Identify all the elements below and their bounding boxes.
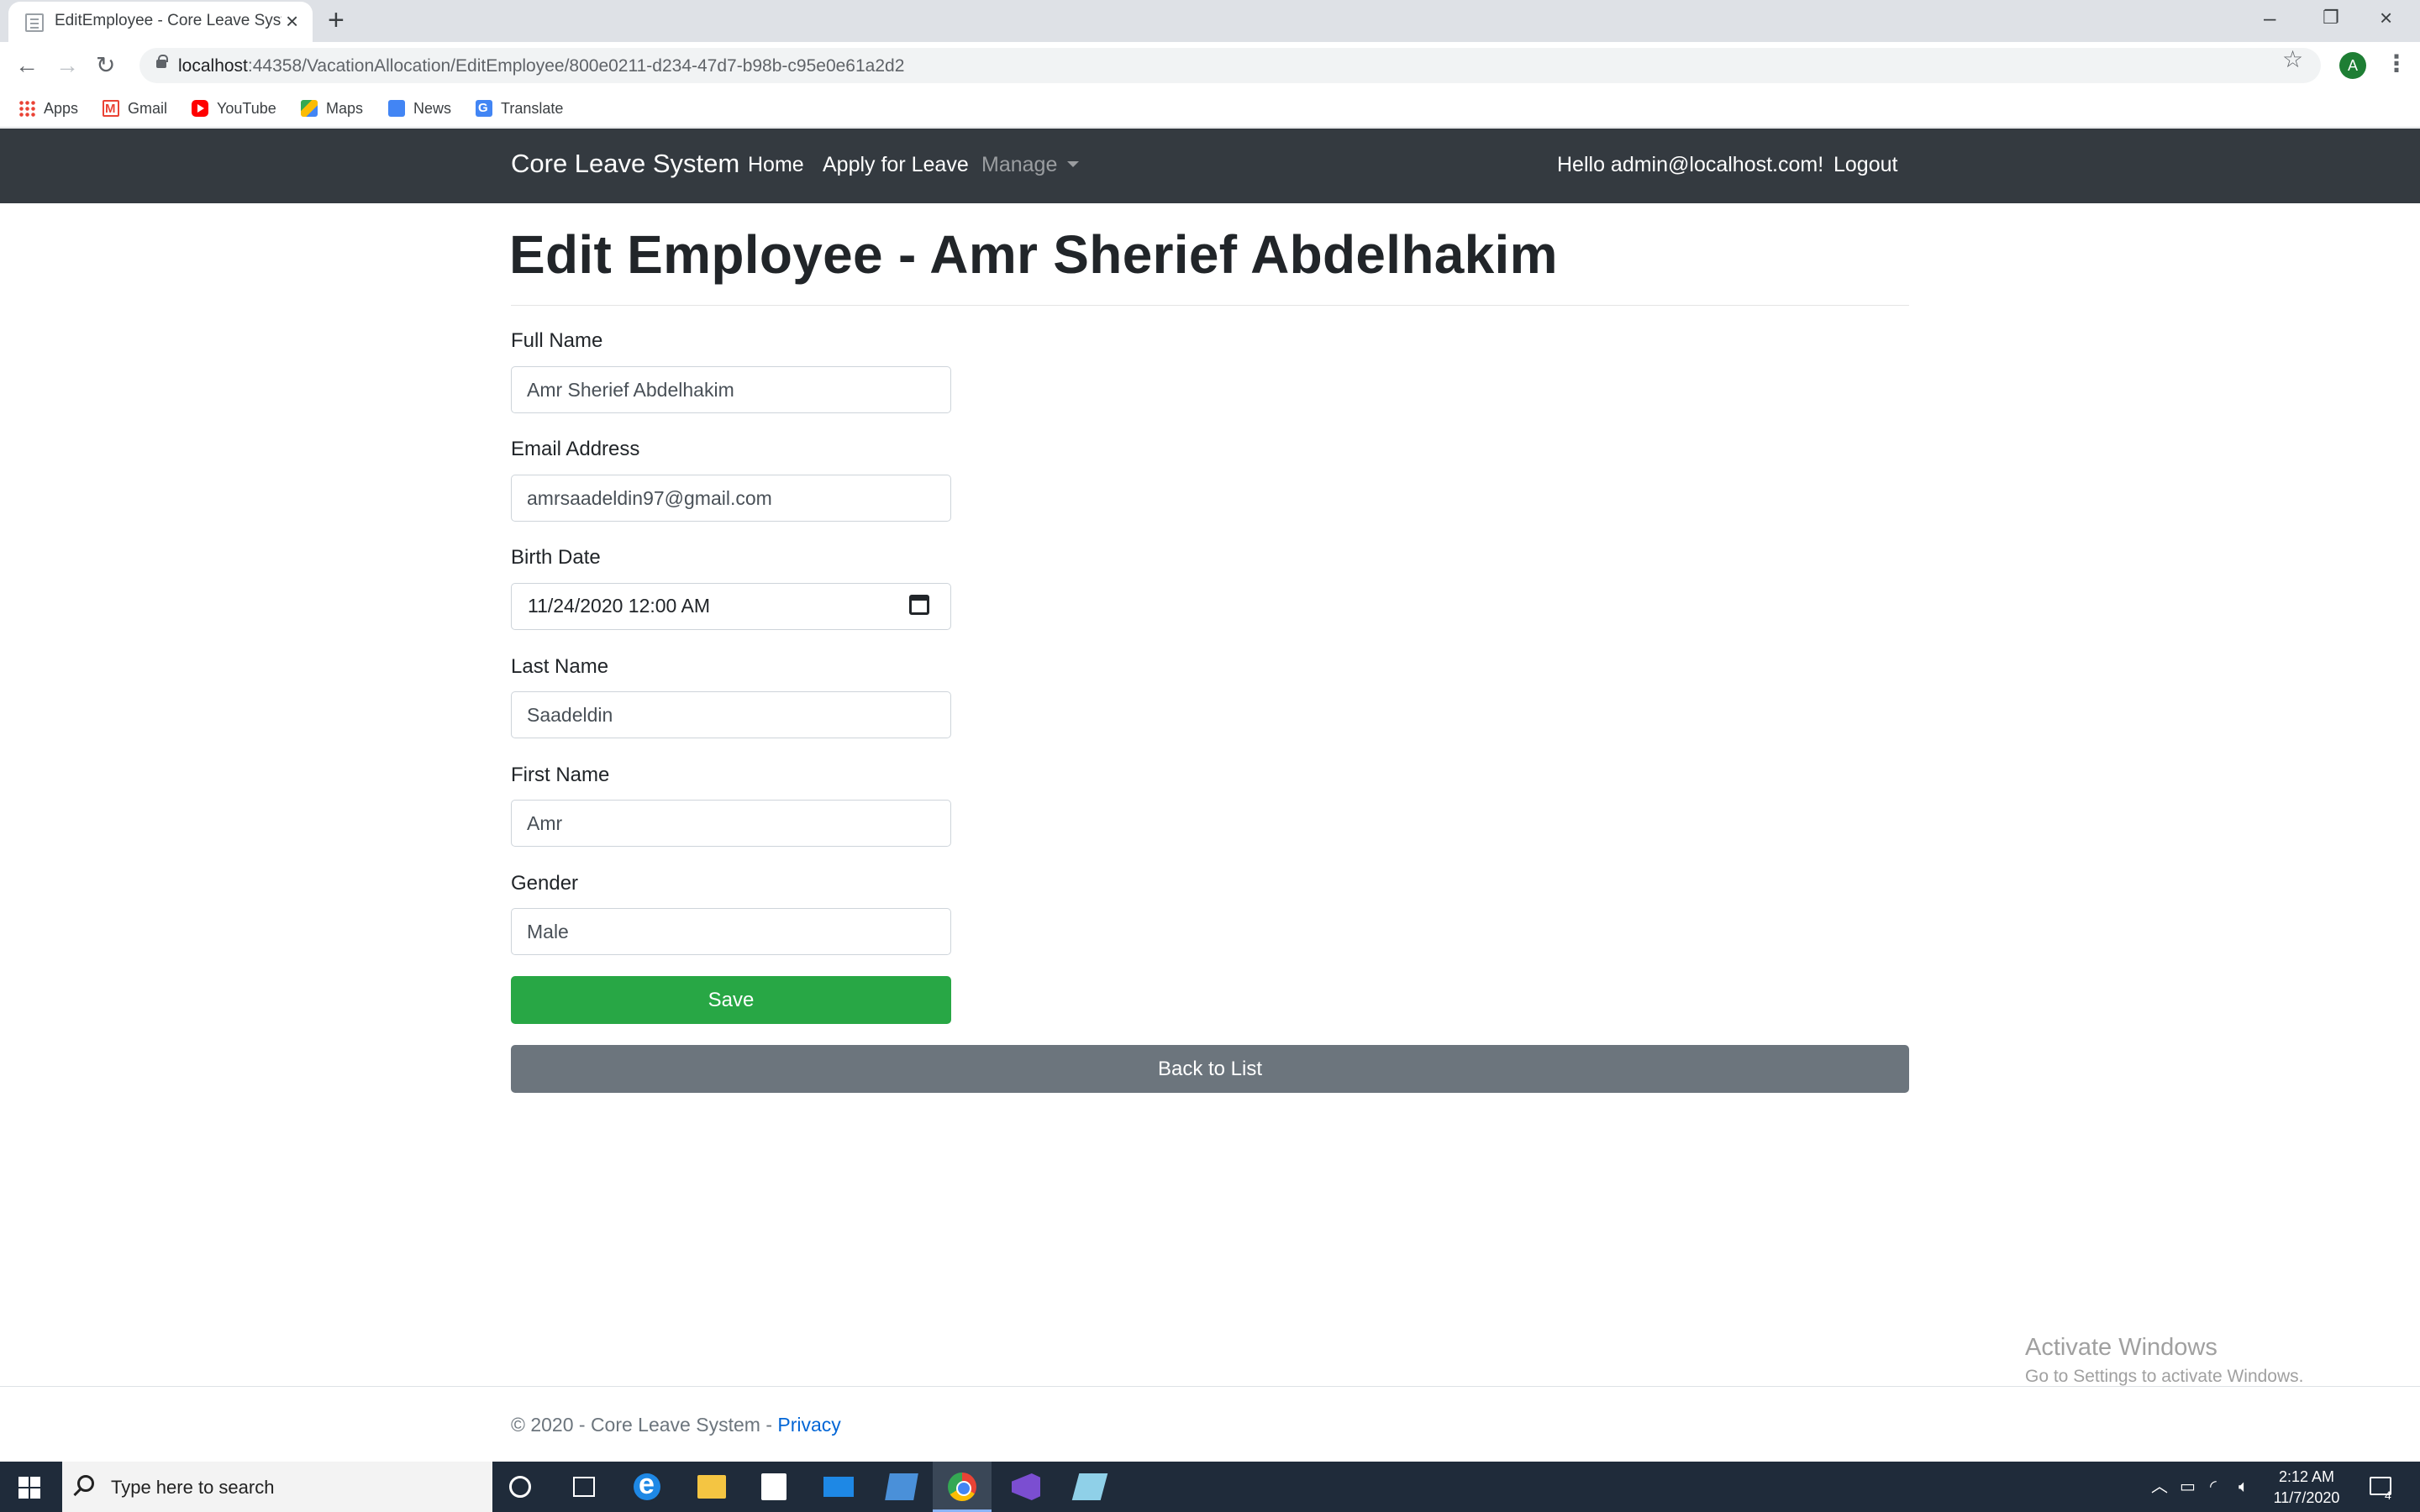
- footer-divider: [0, 1386, 2420, 1387]
- site-navbar: Core Leave System Home Apply for Leave M…: [0, 129, 2420, 203]
- title-divider: [511, 305, 1909, 306]
- apps-grid-icon: [18, 100, 35, 117]
- bookmarks-bar: Apps Gmail YouTube Maps News Translate: [0, 89, 2420, 128]
- bookmark-translate[interactable]: Translate: [476, 96, 563, 121]
- bookmark-news[interactable]: News: [388, 96, 451, 121]
- taskbar-search-placeholder: Type here to search: [111, 1477, 275, 1498]
- tab-title: EditEmployee - Core Leave Syste: [55, 12, 281, 29]
- app-icon[interactable]: [1071, 1473, 1108, 1500]
- battery-icon[interactable]: ▭: [2180, 1477, 2196, 1497]
- network-icon[interactable]: ◜: [2210, 1477, 2217, 1497]
- caret-down-icon: [1067, 161, 1080, 167]
- search-icon: [77, 1475, 94, 1492]
- task-view-icon[interactable]: [573, 1477, 595, 1497]
- store-icon[interactable]: [761, 1473, 786, 1500]
- bookmark-label: News: [413, 100, 452, 117]
- bookmark-maps[interactable]: Maps: [301, 96, 363, 121]
- tray-chevron-icon[interactable]: ︿: [2151, 1477, 2168, 1497]
- bookmark-apps[interactable]: Apps: [18, 96, 78, 121]
- full-name-input[interactable]: [511, 366, 951, 413]
- gender-label: Gender: [511, 872, 579, 895]
- reload-icon[interactable]: ↻: [96, 52, 115, 79]
- email-input[interactable]: [511, 475, 951, 522]
- bookmark-label: Apps: [44, 100, 79, 117]
- full-name-label: Full Name: [511, 329, 603, 352]
- bookmark-star-icon[interactable]: ☆: [2282, 47, 2303, 72]
- forward-arrow-icon[interactable]: →: [55, 52, 79, 79]
- calendar-icon[interactable]: [909, 595, 929, 615]
- navbar-brand[interactable]: Core Leave System: [511, 149, 739, 179]
- nav-home[interactable]: Home: [748, 153, 804, 177]
- footer-copyright: © 2020 - Core Leave System -: [511, 1414, 778, 1436]
- translate-icon: [476, 96, 492, 121]
- close-window-icon[interactable]: ×: [2380, 5, 2392, 30]
- app-icon[interactable]: [885, 1473, 918, 1500]
- bookmark-gmail[interactable]: Gmail: [103, 96, 168, 122]
- minimize-icon[interactable]: –: [2264, 5, 2275, 30]
- url-text: localhost:44358/VacationAllocation/EditE…: [178, 56, 904, 76]
- privacy-link[interactable]: Privacy: [777, 1414, 840, 1436]
- browser-tab[interactable]: EditEmployee - Core Leave Syste ×: [8, 2, 313, 42]
- browser-menu-icon[interactable]: ⋮: [2385, 50, 2408, 77]
- browser-toolbar: ← → ↻ localhost:44358/VacationAllocation…: [0, 42, 2420, 89]
- windows-taskbar: Type here to search ︿ ▭ ◜ 🔈︎ 2:12 AM 11/…: [0, 1462, 2420, 1512]
- bookmark-label: Translate: [501, 100, 564, 117]
- first-name-label: First Name: [511, 764, 610, 786]
- youtube-icon: [192, 100, 208, 117]
- page-title: Edit Employee - Amr Sherief Abdelhakim: [509, 224, 1558, 285]
- chrome-icon[interactable]: [948, 1473, 976, 1501]
- visual-studio-icon[interactable]: [1012, 1473, 1040, 1500]
- save-button[interactable]: Save: [511, 976, 951, 1024]
- birth-date-value: 11/24/2020 12:00 AM: [528, 595, 710, 617]
- profile-avatar[interactable]: A: [2339, 52, 2366, 79]
- bookmark-label: Maps: [326, 100, 364, 117]
- file-explorer-icon[interactable]: [697, 1475, 726, 1499]
- last-name-input[interactable]: [511, 691, 951, 738]
- url-path: :44358/VacationAllocation/EditEmployee/8…: [247, 56, 905, 76]
- first-name-input[interactable]: [511, 800, 951, 847]
- back-to-list-button[interactable]: Back to List: [511, 1045, 1909, 1093]
- bookmark-label: Gmail: [128, 100, 168, 117]
- lock-icon: [156, 55, 168, 68]
- edge-browser-icon[interactable]: [634, 1468, 660, 1501]
- restore-icon[interactable]: ❐: [2323, 5, 2339, 30]
- mail-icon[interactable]: [823, 1477, 854, 1497]
- taskbar-search-box[interactable]: Type here to search: [62, 1462, 492, 1512]
- notification-count: 4: [2385, 1488, 2391, 1502]
- footer: © 2020 - Core Leave System - Privacy: [511, 1414, 841, 1436]
- bookmark-label: YouTube: [217, 100, 276, 117]
- cortana-icon[interactable]: [509, 1476, 531, 1498]
- maps-icon: [301, 100, 318, 117]
- system-clock[interactable]: 2:12 AM 11/7/2020: [2269, 1467, 2344, 1509]
- email-label: Email Address: [511, 438, 640, 460]
- birth-date-label: Birth Date: [511, 546, 601, 569]
- watermark-subtitle: Go to Settings to activate Windows.: [2025, 1367, 2304, 1386]
- nav-manage-dropdown[interactable]: Manage: [981, 153, 1080, 177]
- nav-manage-label: Manage: [981, 153, 1058, 176]
- url-host: localhost: [178, 56, 248, 76]
- clock-time: 2:12 AM: [2278, 1468, 2335, 1485]
- watermark-title: Activate Windows: [2025, 1334, 2217, 1361]
- user-greeting[interactable]: Hello admin@localhost.com!: [1557, 153, 1823, 177]
- gmail-icon: [103, 97, 119, 122]
- bookmark-youtube[interactable]: YouTube: [192, 96, 276, 121]
- volume-icon[interactable]: 🔈︎: [2238, 1477, 2249, 1497]
- page-favicon-icon: [25, 13, 44, 32]
- close-tab-icon[interactable]: ×: [286, 9, 298, 33]
- gender-input[interactable]: [511, 908, 951, 955]
- last-name-label: Last Name: [511, 655, 609, 678]
- logout-button[interactable]: Logout: [1833, 153, 1897, 177]
- nav-apply-for-leave[interactable]: Apply for Leave: [823, 153, 969, 177]
- address-bar[interactable]: localhost:44358/VacationAllocation/EditE…: [139, 48, 2321, 83]
- windows-start-icon[interactable]: [18, 1477, 40, 1499]
- clock-date: 11/7/2020: [2273, 1489, 2340, 1506]
- activate-windows-watermark: Activate Windows Go to Settings to activ…: [2025, 1334, 2304, 1387]
- back-arrow-icon[interactable]: ←: [15, 52, 39, 79]
- news-icon: [388, 100, 405, 117]
- browser-tab-bar: EditEmployee - Core Leave Syste × + – ❐ …: [0, 0, 2420, 42]
- new-tab-icon[interactable]: +: [328, 5, 345, 35]
